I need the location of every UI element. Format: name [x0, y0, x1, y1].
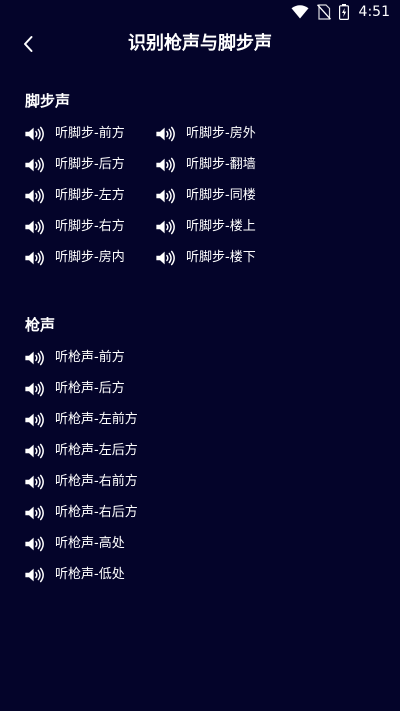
speaker-icon: [155, 250, 175, 266]
sound-item[interactable]: 听脚步-后方: [24, 155, 125, 175]
sound-item[interactable]: 听脚步-房内: [24, 248, 125, 268]
status-icons: 4:51: [291, 3, 390, 21]
sound-item-label: 听脚步-房外: [186, 126, 256, 141]
sound-item[interactable]: 听脚步-左方: [24, 186, 125, 206]
sound-item-label: 听脚步-左方: [55, 188, 125, 203]
sound-item[interactable]: 听枪声-右前方: [24, 472, 138, 492]
speaker-icon: [24, 412, 44, 428]
speaker-icon: [24, 381, 44, 397]
sound-item[interactable]: 听脚步-右方: [24, 217, 125, 237]
sound-item[interactable]: 听枪声-左后方: [24, 441, 138, 461]
sound-item[interactable]: 听枪声-高处: [24, 534, 125, 554]
sound-item-label: 听脚步-后方: [55, 157, 125, 172]
wifi-icon: [291, 5, 309, 19]
sound-item[interactable]: 听脚步-楼上: [155, 217, 256, 237]
no-sim-icon: [316, 4, 331, 20]
sound-item-label: 听脚步-翻墙: [186, 157, 256, 172]
sound-item[interactable]: 听枪声-左前方: [24, 410, 138, 430]
sound-item-label: 听枪声-前方: [55, 350, 125, 365]
page-title: 识别枪声与脚步声: [128, 33, 272, 54]
speaker-icon: [24, 250, 44, 266]
sound-item-label: 听枪声-左前方: [55, 412, 138, 427]
battery-charging-icon: [338, 4, 349, 20]
speaker-icon: [155, 126, 175, 142]
sound-item[interactable]: 听枪声-后方: [24, 379, 125, 399]
app-header: 识别枪声与脚步声: [0, 24, 400, 64]
sound-item-label: 听脚步-楼下: [186, 250, 256, 265]
speaker-icon: [24, 567, 44, 583]
sound-item-label: 听脚步-同楼: [186, 188, 256, 203]
speaker-icon: [24, 126, 44, 142]
sound-item[interactable]: 听脚步-同楼: [155, 186, 256, 206]
sound-item[interactable]: 听脚步-楼下: [155, 248, 256, 268]
speaker-icon: [155, 219, 175, 235]
sound-item-label: 听脚步-右方: [55, 219, 125, 234]
sound-item-label: 听枪声-右前方: [55, 474, 138, 489]
footsteps-section-title: 脚步声: [25, 92, 71, 110]
sound-item-label: 听枪声-右后方: [55, 505, 138, 520]
speaker-icon: [155, 157, 175, 173]
sound-item[interactable]: 听枪声-前方: [24, 348, 125, 368]
sound-item-label: 听脚步-房内: [55, 250, 125, 265]
sound-item-label: 听脚步-前方: [55, 126, 125, 141]
speaker-icon: [24, 474, 44, 490]
speaker-icon: [155, 188, 175, 204]
sound-item-label: 听枪声-高处: [55, 536, 125, 551]
speaker-icon: [24, 157, 44, 173]
sound-item-label: 听枪声-后方: [55, 381, 125, 396]
speaker-icon: [24, 350, 44, 366]
speaker-icon: [24, 505, 44, 521]
sound-item[interactable]: 听脚步-房外: [155, 124, 256, 144]
sound-item[interactable]: 听脚步-前方: [24, 124, 125, 144]
status-time: 4:51: [358, 4, 390, 20]
sound-item-label: 听脚步-楼上: [186, 219, 256, 234]
gunshots-section-title: 枪声: [25, 316, 56, 334]
speaker-icon: [24, 188, 44, 204]
speaker-icon: [24, 536, 44, 552]
speaker-icon: [24, 443, 44, 459]
sound-item[interactable]: 听枪声-低处: [24, 565, 125, 585]
sound-item-label: 听枪声-低处: [55, 567, 125, 582]
status-bar: 4:51: [0, 0, 400, 24]
sound-item-label: 听枪声-左后方: [55, 443, 138, 458]
sound-item[interactable]: 听脚步-翻墙: [155, 155, 256, 175]
speaker-icon: [24, 219, 44, 235]
sound-item[interactable]: 听枪声-右后方: [24, 503, 138, 523]
